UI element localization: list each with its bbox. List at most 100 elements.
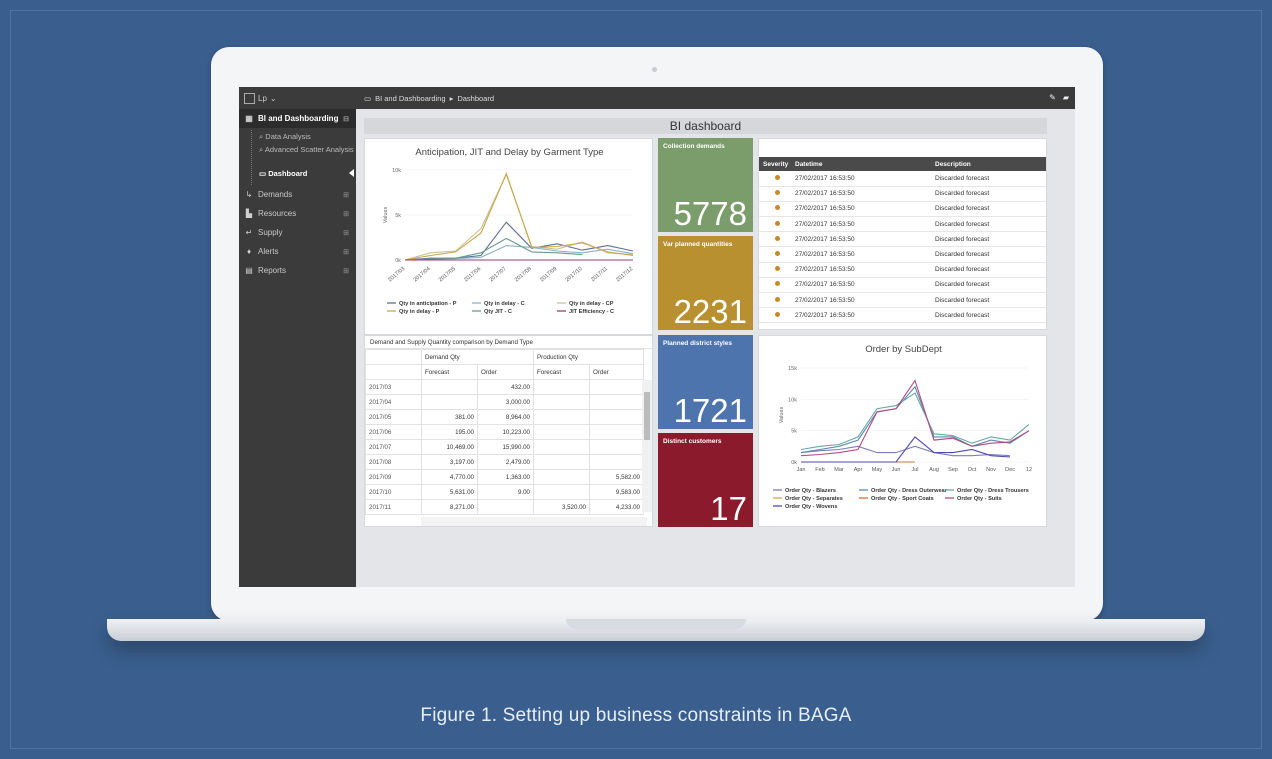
- pivot-cell: 381.00: [421, 409, 478, 425]
- kpi-distinct-customers[interactable]: Distinct customers 17: [658, 433, 753, 527]
- severity-cell: [759, 262, 791, 278]
- legend-entry[interactable]: Order Qty - Suits: [957, 496, 1002, 502]
- col-header-severity[interactable]: Severity: [759, 157, 791, 171]
- table-row[interactable]: 27/02/2017 16:53:50 Discarded forecast: [759, 201, 1046, 218]
- pivot-cell: [533, 469, 590, 485]
- kpi-value: 17: [710, 490, 747, 527]
- description-cell: Discarded forecast: [931, 246, 1046, 263]
- severity-cell: [759, 307, 791, 324]
- bell-icon: ♦: [246, 247, 252, 256]
- sidebar-item-resources[interactable]: ▙ Resources ⊞: [239, 204, 356, 223]
- sidebar-subitem-dashboard[interactable]: ▭ Dashboard: [239, 165, 356, 182]
- sidebar-item-reports[interactable]: ▤ Reports ⊞: [239, 261, 356, 280]
- sidebar-subitems: ⌕ Data Analysis ⌕ Advanced Scatter Analy…: [239, 128, 356, 185]
- legend-entry[interactable]: Qty in delay - CP: [569, 301, 614, 307]
- col-header-description[interactable]: Description: [931, 157, 1046, 171]
- table-row[interactable]: 27/02/2017 16:53:50 Discarded forecast: [759, 246, 1046, 263]
- pivot-group-row: Demand Qty Production Qty: [365, 349, 644, 365]
- table-row[interactable]: 2017/11 8,271.00 3,520.00 4,233.00: [365, 499, 644, 515]
- camera-dot: [652, 67, 657, 72]
- datetime-cell: 27/02/2017 16:53:50: [791, 231, 931, 248]
- x-tick-label: 2017/07: [489, 266, 508, 283]
- table-row[interactable]: 2017/09 4,770.00 1,363.00 5,582.00: [365, 469, 644, 485]
- datetime-cell: 27/02/2017 16:53:50: [791, 186, 931, 202]
- legend-entry[interactable]: Order Qty - Sport Coats: [871, 496, 934, 502]
- table-row[interactable]: 2017/08 3,197.00 2,479.00: [365, 454, 644, 470]
- kpi-planned-district-styles[interactable]: Planned district styles 1721: [658, 335, 753, 429]
- table-row[interactable]: 27/02/2017 16:53:50 Discarded forecast: [759, 186, 1046, 202]
- folder-icon[interactable]: ▰: [1063, 93, 1069, 102]
- table-row[interactable]: 27/02/2017 16:53:50 Discarded forecast: [759, 216, 1046, 233]
- datetime-cell: 27/02/2017 16:53:50: [791, 277, 931, 294]
- table-row[interactable]: 2017/06 195.00 10,223.00: [365, 424, 644, 440]
- table-row[interactable]: 2017/10 5,631.00 9.00 9,583.00: [365, 484, 644, 500]
- table-row[interactable]: 27/02/2017 16:53:50 Discarded forecast: [759, 277, 1046, 294]
- sidebar-subitem-data-analysis[interactable]: ⌕ Data Analysis: [239, 130, 356, 143]
- legend-entry[interactable]: Order Qty - Blazers: [785, 488, 836, 494]
- sidebar-subitem-advanced-scatter[interactable]: ⌕ Advanced Scatter Analysis: [239, 143, 356, 165]
- table-row[interactable]: 2017/03 432.00: [365, 379, 644, 395]
- pivot-row-header: 2017/10: [365, 484, 422, 500]
- severity-dot-icon: [775, 174, 780, 180]
- monitor-icon: ▭: [259, 169, 267, 178]
- table-row[interactable]: 2017/07 10,469.00 15,990.00: [365, 439, 644, 455]
- legend-entry[interactable]: Qty in delay - P: [399, 309, 440, 315]
- pivot-subheader[interactable]: Order: [477, 364, 534, 380]
- table-row[interactable]: 27/02/2017 16:53:50 Discarded forecast: [759, 292, 1046, 309]
- legend-entry[interactable]: JIT Efficiency - C: [569, 309, 614, 315]
- pivot-subheader[interactable]: Forecast: [421, 364, 478, 380]
- table-row[interactable]: 27/02/2017 16:53:50 Discarded forecast: [759, 171, 1046, 187]
- pivot-subheader[interactable]: Forecast: [533, 364, 590, 380]
- x-tick-label: Dec: [1005, 467, 1015, 473]
- severity-dot-icon: [775, 311, 780, 317]
- description-cell: Discarded forecast: [931, 277, 1046, 294]
- sidebar-item-alerts[interactable]: ♦ Alerts ⊞: [239, 242, 356, 261]
- sidebar-item-demands[interactable]: ↳ Demands ⊞: [239, 185, 356, 204]
- legend-entry[interactable]: Order Qty - Separates: [785, 496, 843, 502]
- pivot-cell: 4,770.00: [421, 469, 478, 485]
- sidebar-item-supply[interactable]: ↵ Supply ⊞: [239, 223, 356, 242]
- pivot-group-production[interactable]: Production Qty: [533, 349, 644, 365]
- kpi-value: 2231: [673, 293, 747, 330]
- breadcrumb: ▭ BI and Dashboarding ▸ Dashboard ✎ ▰: [356, 87, 1075, 109]
- pivot-cell: 195.00: [421, 424, 478, 440]
- pivot-cell: 3,000.00: [477, 394, 534, 410]
- datetime-cell: 27/02/2017 16:53:50: [791, 171, 931, 187]
- monitor-icon: ▭: [364, 93, 372, 103]
- table-row[interactable]: 27/02/2017 16:53:50 Discarded forecast: [759, 262, 1046, 278]
- table-row[interactable]: 27/02/2017 16:53:50 Discarded forecast: [759, 307, 1046, 324]
- pivot-cell: [421, 394, 478, 410]
- sidebar-item-label: Resources: [258, 209, 297, 218]
- legend-entry[interactable]: Qty in delay - C: [484, 301, 525, 307]
- legend-entry[interactable]: Qty in anticipation - P: [399, 301, 457, 307]
- table-row[interactable]: 27/02/2017 16:53:50 Discarded forecast: [759, 231, 1046, 248]
- sidebar-item-bi-dashboarding[interactable]: ▦ BI and Dashboarding ⊟: [239, 109, 356, 128]
- y-tick-label: 0k: [791, 460, 797, 466]
- legend-entry[interactable]: Order Qty - Dress Trousers: [957, 488, 1029, 494]
- pencil-icon[interactable]: ✎: [1049, 93, 1056, 102]
- pivot-group-demand[interactable]: Demand Qty: [421, 349, 534, 365]
- table-row[interactable]: 2017/04 3,000.00: [365, 394, 644, 410]
- kpi-var-planned-quantities[interactable]: Var planned quantities 2231: [658, 236, 753, 330]
- user-menu[interactable]: Lp ⌄: [239, 87, 356, 109]
- table-row[interactable]: 2017/05 381.00 8,964.00: [365, 409, 644, 425]
- pivot-row-header: 2017/04: [365, 394, 422, 410]
- legend-entry[interactable]: Qty JIT - C: [484, 309, 512, 315]
- x-tick-label: 2017/10: [565, 266, 584, 283]
- legend-entry[interactable]: Order Qty - Dress Outerwear: [871, 488, 948, 494]
- horizontal-scrollbar[interactable]: [421, 517, 647, 526]
- breadcrumb-root[interactable]: BI and Dashboarding: [375, 94, 445, 103]
- app-screen: Lp ⌄ ▦ BI and Dashboarding ⊟ ⌕ Data Anal…: [239, 87, 1075, 587]
- description-cell: Discarded forecast: [931, 216, 1046, 233]
- kpi-collection-demands[interactable]: Collection demands 5778: [658, 138, 753, 232]
- pivot-subheader[interactable]: Order: [589, 364, 644, 380]
- sidebar-item-label: Supply: [258, 228, 283, 237]
- x-tick-label: 2017/09: [539, 266, 558, 283]
- col-header-datetime[interactable]: Datetime: [791, 157, 931, 171]
- dashboard-main: BI dashboard Anticipation, JIT and Delay…: [356, 109, 1075, 587]
- scrollbar-thumb[interactable]: [644, 392, 650, 440]
- expand-icon: ⊞: [343, 229, 349, 237]
- legend-entry[interactable]: Order Qty - Wovens: [785, 504, 837, 510]
- pivot-cell: [533, 484, 590, 500]
- vertical-scrollbar[interactable]: [642, 380, 652, 512]
